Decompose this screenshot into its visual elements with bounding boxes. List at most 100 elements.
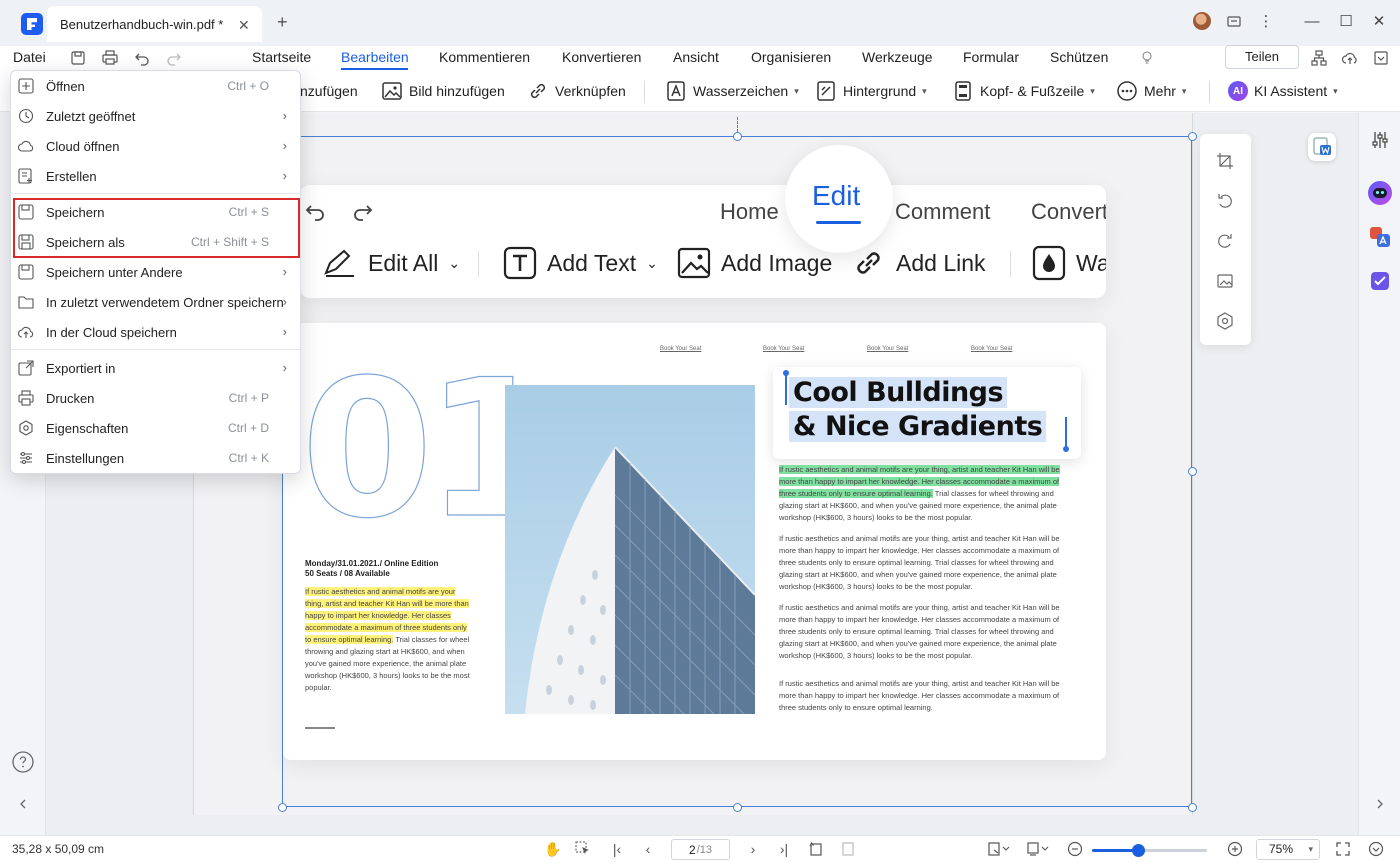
file-menu-item-settings[interactable]: Einstellungen Ctrl + K xyxy=(11,443,300,473)
file-menu-item-properties[interactable]: Eigenschaften Ctrl + D xyxy=(11,413,300,443)
background-tool[interactable]: Hintergrund ▾ xyxy=(815,80,927,102)
tab-formular[interactable]: Formular xyxy=(963,49,1019,65)
file-menu-item-open[interactable]: Öffnen Ctrl + O xyxy=(11,71,300,101)
properties-icon xyxy=(19,420,33,436)
resize-handle[interactable] xyxy=(278,803,287,812)
zoom-out-icon[interactable] xyxy=(1067,841,1083,857)
file-menu-item-create[interactable]: Erstellen › xyxy=(11,161,300,191)
tab-werkzeuge[interactable]: Werkzeuge xyxy=(862,49,933,65)
zoom-select[interactable]: 75% ▾ xyxy=(1256,839,1320,860)
header-footer-label: Kopf- & Fußzeile xyxy=(980,83,1085,99)
previous-page-icon[interactable]: ‹ xyxy=(640,841,656,857)
zoom-slider-handle[interactable] xyxy=(1132,844,1145,857)
close-window-icon[interactable]: ✕ xyxy=(1369,12,1389,32)
close-tab-icon[interactable]: ✕ xyxy=(238,17,250,34)
more-options-icon[interactable]: ⋮ xyxy=(1256,12,1276,32)
toolbar-separator xyxy=(1209,81,1210,103)
translate-icon[interactable] xyxy=(1369,226,1391,248)
chevron-right-icon: › xyxy=(282,108,287,123)
checklist-icon[interactable] xyxy=(1369,270,1391,292)
selection-frame[interactable] xyxy=(282,136,1192,807)
help-icon[interactable] xyxy=(11,750,35,774)
tab-startseite[interactable]: Startseite xyxy=(252,49,311,65)
tab-konvertieren[interactable]: Konvertieren xyxy=(562,49,641,65)
add-image-tool[interactable]: Bild hinzufügen xyxy=(381,80,505,102)
tab-bearbeiten[interactable]: Bearbeiten xyxy=(341,49,409,65)
tab-kommentieren[interactable]: Kommentieren xyxy=(439,49,530,65)
file-menu-item-save-other[interactable]: Speichern unter Andere › xyxy=(11,257,300,287)
crop-icon[interactable] xyxy=(1216,152,1234,170)
select-tool-icon[interactable] xyxy=(575,841,591,857)
expand-icon[interactable] xyxy=(1372,49,1390,67)
document-tab-title: Benutzerhandbuch-win.pdf * xyxy=(60,17,224,32)
folder-icon xyxy=(18,296,34,309)
last-page-icon[interactable]: ›| xyxy=(776,841,792,857)
ai-badge-icon: AI xyxy=(1228,81,1248,101)
feedback-icon[interactable] xyxy=(1224,12,1244,32)
save-icon[interactable] xyxy=(69,49,87,67)
share-button[interactable]: Teilen xyxy=(1225,45,1299,69)
undo-icon[interactable] xyxy=(133,49,151,67)
tab-ansicht[interactable]: Ansicht xyxy=(673,49,719,65)
resize-handle[interactable] xyxy=(1188,467,1197,476)
collapse-left-icon[interactable] xyxy=(16,797,30,811)
tab-organisieren[interactable]: Organisieren xyxy=(751,49,831,65)
resize-handle[interactable] xyxy=(733,132,742,141)
watermark-tool[interactable]: Wasserzeichen ▾ xyxy=(665,80,799,102)
maximize-icon[interactable]: ☐ xyxy=(1336,12,1356,32)
first-page-icon[interactable]: |‹ xyxy=(609,841,625,857)
resize-handle[interactable] xyxy=(733,803,742,812)
tab-schuetzen[interactable]: Schützen xyxy=(1050,49,1108,65)
watermark-label: Wasserzeichen xyxy=(693,83,789,99)
fullscreen-icon[interactable] xyxy=(1335,841,1351,857)
view-mode-icon[interactable] xyxy=(1026,841,1050,857)
page-layout-icon[interactable] xyxy=(987,841,1011,857)
hand-tool-icon[interactable]: ✋ xyxy=(544,841,561,857)
rotate-right-icon[interactable] xyxy=(1216,232,1234,250)
ai-bot-icon[interactable] xyxy=(1368,181,1392,205)
ai-assistant-tool[interactable]: AI KI Assistent ▾ xyxy=(1228,80,1338,102)
redo-icon[interactable] xyxy=(165,49,183,67)
add-text-tool[interactable]: nzufügen xyxy=(300,80,358,102)
file-menu-item-label: Erstellen xyxy=(46,169,97,184)
resize-handle[interactable] xyxy=(1188,803,1197,812)
zoom-in-icon[interactable] xyxy=(1227,841,1243,857)
properties-icon[interactable] xyxy=(1370,130,1390,150)
page-number-input[interactable]: 2/13 xyxy=(671,839,730,860)
print-icon[interactable] xyxy=(101,49,119,67)
app-logo-icon[interactable] xyxy=(21,13,43,35)
new-tab-icon[interactable]: + xyxy=(277,12,288,33)
right-rail xyxy=(1358,113,1400,835)
file-menu-button[interactable]: Datei xyxy=(13,49,46,65)
file-menu-item-save-cloud[interactable]: In der Cloud speichern › xyxy=(11,317,300,347)
avatar[interactable] xyxy=(1193,12,1211,30)
add-text-label: nzufügen xyxy=(300,83,358,99)
file-menu-item-save-recent-folder[interactable]: In zuletzt verwendetem Ordner speichern › xyxy=(11,287,300,317)
rotate-page-icon[interactable] xyxy=(808,841,824,857)
fit-page-icon[interactable] xyxy=(840,841,856,857)
document-tab[interactable]: Benutzerhandbuch-win.pdf * ✕ xyxy=(47,6,262,42)
file-menu-item-print[interactable]: Drucken Ctrl + P xyxy=(11,383,300,413)
scroll-down-icon[interactable] xyxy=(1368,841,1384,857)
page-dimensions: 35,28 x 50,09 cm xyxy=(12,842,105,856)
extract-image-icon[interactable] xyxy=(1216,312,1234,330)
lightbulb-icon[interactable] xyxy=(1138,49,1156,67)
minimize-icon[interactable]: — xyxy=(1302,12,1322,32)
more-tool[interactable]: Mehr ▾ xyxy=(1116,80,1186,102)
rotate-left-icon[interactable] xyxy=(1216,192,1234,210)
file-menu-item-export[interactable]: Exportiert in › xyxy=(11,353,300,383)
workflow-icon[interactable] xyxy=(1310,49,1328,67)
next-page-icon[interactable]: › xyxy=(745,841,761,857)
zoom-slider[interactable] xyxy=(1092,844,1207,857)
collapse-right-icon[interactable] xyxy=(1373,797,1387,811)
convert-to-word-icon[interactable] xyxy=(1308,133,1336,161)
header-footer-tool[interactable]: Kopf- & Fußzeile ▾ xyxy=(952,80,1095,102)
resize-handle[interactable] xyxy=(1188,132,1197,141)
chevron-right-icon: › xyxy=(282,168,287,183)
file-menu-item-label: Öffnen xyxy=(46,79,85,94)
cloud-upload-icon[interactable] xyxy=(1341,49,1359,67)
replace-image-icon[interactable] xyxy=(1216,272,1234,290)
file-menu-item-open-cloud[interactable]: Cloud öffnen › xyxy=(11,131,300,161)
file-menu-item-recent[interactable]: Zuletzt geöffnet › xyxy=(11,101,300,131)
link-tool[interactable]: Verknüpfen xyxy=(527,80,626,102)
